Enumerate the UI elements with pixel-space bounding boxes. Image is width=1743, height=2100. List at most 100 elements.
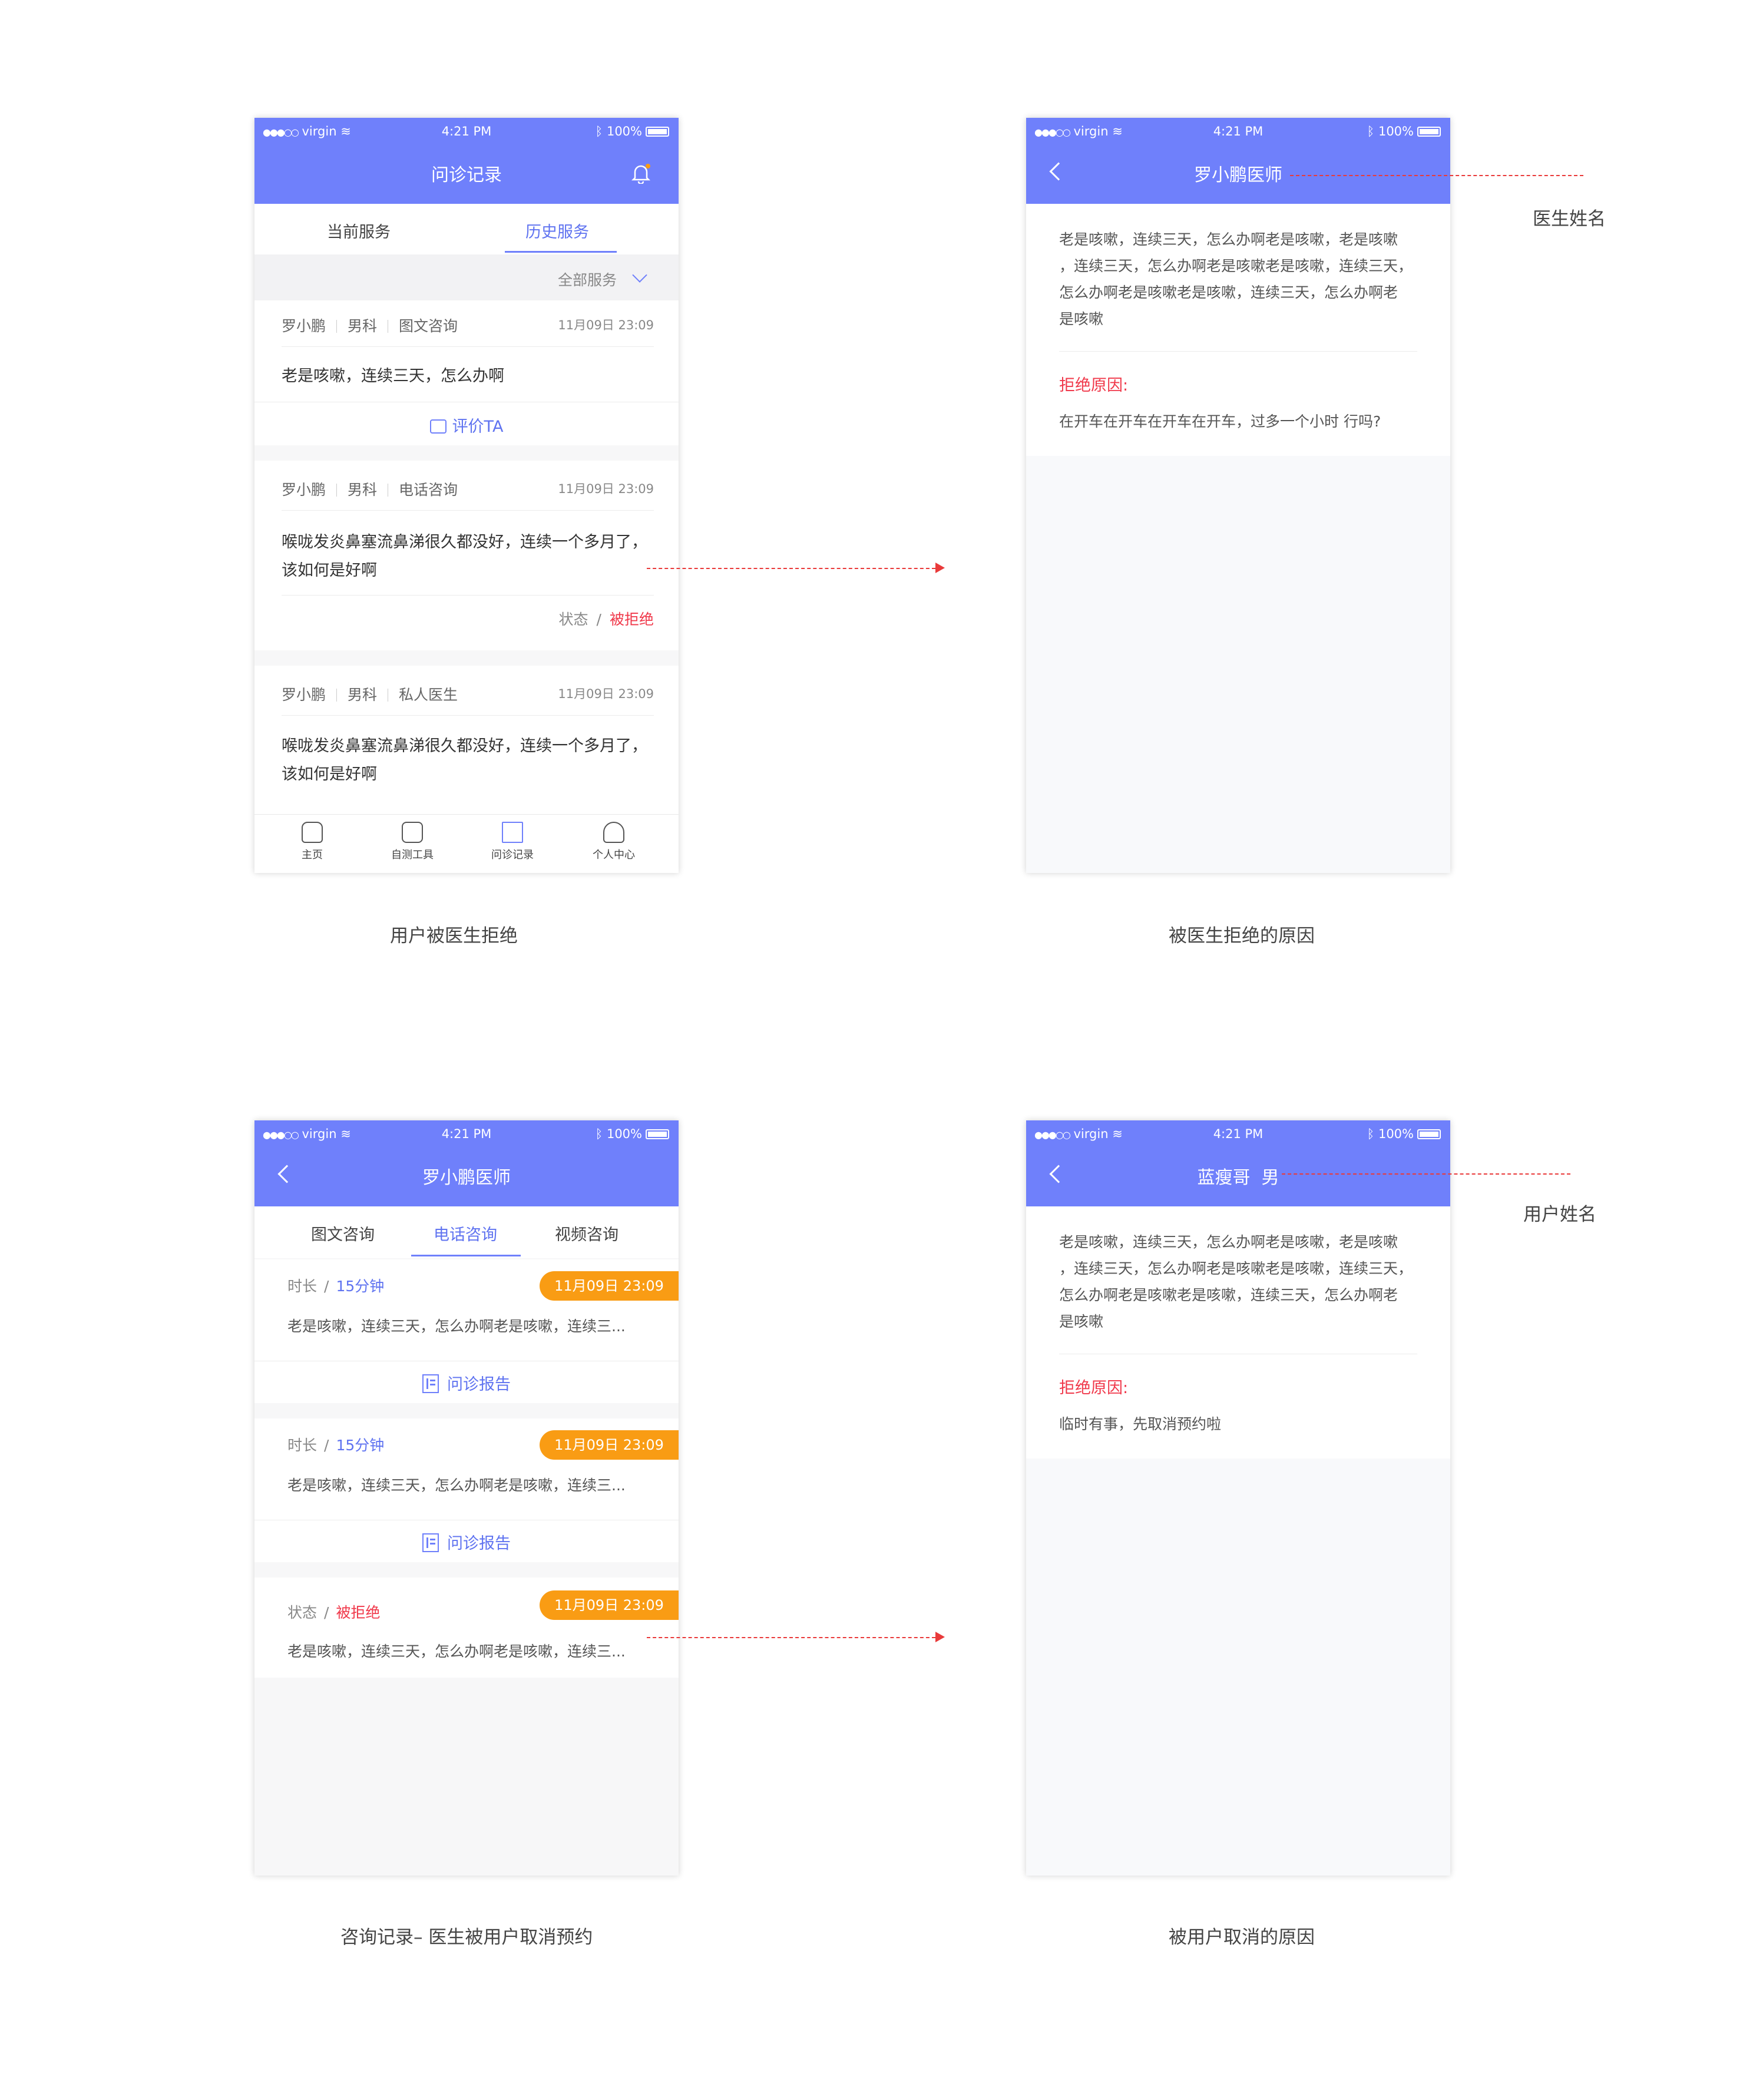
nav-header: ●●●○○ virgin ≋ 4:21 PM ᛒ 100% 罗小鹏医师 [254,1120,679,1206]
question-text: 老是咳嗽，连续三天，怎么办啊老是咳嗽，老是咳嗽 ，连续三天，怎么办啊老是咳嗽老是咳… [1059,231,1413,328]
nav-header: ●●●○○ virgin ≋ 4:21 PM ᛒ 100% 问诊记录 [254,118,679,204]
reason-text: 在开车在开车在开车在开车，过多一个小时 行吗? [1059,413,1381,430]
card-time: 11月09日 23:09 [558,318,654,332]
tab-bar-top: 当前服务 历史服务 [254,204,679,254]
consult-card[interactable]: 时长/15分钟 11月09日 23:09 老是咳嗽，连续三天，怎么办啊老是咳嗽，… [254,1418,679,1562]
date-badge: 11月09日 23:09 [540,1271,679,1301]
status-bar: ●●●○○ virgin ≋ 4:21 PM ᛒ 100% [1026,1120,1450,1147]
status-badge: 被拒绝 [609,611,654,628]
screen-consult-history: ●●●○○ virgin ≋ 4:21 PM ᛒ 100% 罗小鹏医师 图文咨询… [254,1120,679,1876]
tab-records[interactable]: 问诊记录 [477,822,548,862]
tab-text-consult[interactable]: 图文咨询 [311,1222,375,1245]
reason-label: 拒绝原因: [1059,376,1129,395]
report-icon [422,1374,439,1393]
report-icon [422,1533,439,1552]
card-question-cont: 该如何是好啊 [282,561,377,580]
consult-type: 图文咨询 [399,318,458,335]
status-bar: ●●●○○ virgin ≋ 4:21 PM ᛒ 100% [1026,118,1450,145]
bluetooth-icon: ᛒ [1367,1127,1375,1141]
card-meta: 罗小鹏 男科 图文咨询 [282,315,458,336]
page-title: 蓝瘦哥 男 [1197,1168,1279,1188]
card-time: 11月09日 23:09 [558,482,654,496]
consult-card[interactable]: 状态 / 被拒绝 11月09日 23:09 老是咳嗽，连续三天，怎么办啊老是咳嗽，连… [254,1578,679,1678]
annotation-user-name: 用户姓名 [1523,1204,1596,1225]
page-title: 罗小鹏医师 [422,1168,511,1188]
detail-panel: 老是咳嗽，连续三天，怎么办啊老是咳嗽，老是咳嗽 ，连续三天，怎么办啊老是咳嗽老是咳… [1026,1206,1450,1459]
tab-self-test[interactable]: 自测工具 [377,822,448,862]
card-question: 老是咳嗽，连续三天，怎么办啊老是咳嗽，连续三... [287,1643,626,1660]
page-title: 问诊记录 [431,165,502,186]
screen-doctor-reject-reason: ●●●○○ virgin ≋ 4:21 PM ᛒ 100% 罗小鹏医师 老是咳嗽… [1026,118,1450,873]
report-button[interactable]: 问诊报告 [254,1371,679,1394]
tab-video-consult[interactable]: 视频咨询 [555,1222,619,1245]
chevron-down-icon [632,267,647,283]
question-text: 老是咳嗽，连续三天，怎么办啊老是咳嗽，老是咳嗽 ，连续三天，怎么办啊老是咳嗽老是咳… [1059,1233,1413,1330]
card-meta: 罗小鹏 男科 电话咨询 [282,478,458,500]
reason-label: 拒绝原因: [1059,1379,1129,1397]
status-bar: ●●●○○ virgin ≋ 4:21 PM ᛒ 100% [254,1120,679,1147]
record-card[interactable]: 罗小鹏 男科 私人医生 11月09日 23:09 喉咙发炎鼻塞流鼻涕很久都没好，连续… [254,666,679,814]
caption-screen2: 被医生拒绝的原因 [1169,925,1315,947]
filter-label: 全部服务 [558,272,617,289]
battery-icon [1417,127,1441,137]
caption-screen4: 被用户取消的原因 [1169,1927,1315,1948]
tab-current-service[interactable]: 当前服务 [327,219,391,242]
duration-row: 时长/15分钟 [287,1437,385,1454]
filter-bar[interactable]: 全部服务 [254,254,679,300]
screen-consultation-records: ●●●○○ virgin ≋ 4:21 PM ᛒ 100% 问诊记录 当前服务 … [254,118,679,873]
department: 男科 [348,318,378,335]
battery-level: 100% [1378,124,1414,138]
date-badge: 11月09日 23:09 [540,1590,679,1620]
rate-button[interactable]: 评价TA [254,414,679,436]
battery-icon [646,127,669,137]
bell-icon[interactable] [631,164,651,185]
tab-history-service[interactable]: 历史服务 [525,219,589,242]
caption-screen3: 咨询记录– 医生被用户取消预约 [340,1927,593,1948]
tab-home[interactable]: 主页 [277,822,348,862]
card-question-cont: 该如何是好啊 [282,765,377,783]
battery-level: 100% [606,1127,642,1141]
arrow-head-icon [935,563,945,573]
tab-phone-consult[interactable]: 电话咨询 [434,1222,497,1245]
battery-icon [1417,1129,1441,1139]
arrow-line [647,1637,935,1638]
nav-header: ●●●○○ virgin ≋ 4:21 PM ᛒ 100% 蓝瘦哥 男 [1026,1120,1450,1206]
comment-icon [429,419,447,434]
bluetooth-icon: ᛒ [1367,124,1375,138]
status-row: 状态 / 被拒绝 [558,611,654,628]
consult-card[interactable]: 时长/15分钟 11月09日 23:09 老是咳嗽，连续三天，怎么办啊老是咳嗽，… [254,1259,679,1403]
tab-bar-top: 图文咨询 电话咨询 视频咨询 [254,1206,679,1258]
date-badge: 11月09日 23:09 [540,1430,679,1460]
page-title: 罗小鹏医师 [1194,165,1282,186]
patient-name: 罗小鹏 [282,481,326,498]
reason-text: 临时有事，先取消预约啦 [1059,1416,1222,1433]
report-button[interactable]: 问诊报告 [254,1530,679,1553]
card-question: 老是咳嗽，连续三天，怎么办啊老是咳嗽，连续三... [287,1477,626,1494]
caption-screen1: 用户被医生拒绝 [390,925,518,947]
tab-active-indicator [411,1255,521,1256]
card-question: 老是咳嗽，连续三天，怎么办啊老是咳嗽，连续三... [287,1318,626,1335]
nav-header: ●●●○○ virgin ≋ 4:21 PM ᛒ 100% 罗小鹏医师 [1026,118,1450,204]
status-label: 状态 [558,611,588,628]
consult-type: 电话咨询 [399,481,458,498]
patient-name: 罗小鹏 [282,686,326,703]
detail-panel: 老是咳嗽，连续三天，怎么办啊老是咳嗽，老是咳嗽 ，连续三天，怎么办啊老是咳嗽老是咳… [1026,204,1450,456]
status-badge: 被拒绝 [336,1604,381,1621]
battery-icon [646,1129,669,1139]
tab-profile[interactable]: 个人中心 [578,822,649,862]
annotation-line [1282,1173,1570,1175]
duration-row: 时长/15分钟 [287,1278,385,1295]
battery-level: 100% [606,124,642,138]
bluetooth-icon: ᛒ [595,124,603,138]
department: 男科 [348,686,378,703]
annotation-line [1290,175,1583,176]
card-question: 喉咙发炎鼻塞流鼻涕很久都没好，连续一个多月了， [282,737,647,755]
arrow-head-icon [935,1632,945,1642]
tab-active-indicator [505,251,617,253]
record-card[interactable]: 罗小鹏 男科 电话咨询 11月09日 23:09 喉咙发炎鼻塞流鼻涕很久都没好，连续… [254,461,679,650]
annotation-doctor-name: 医生姓名 [1533,209,1606,230]
card-question: 老是咳嗽，连续三天，怎么办啊 [282,367,504,385]
record-card[interactable]: 罗小鹏 男科 图文咨询 11月09日 23:09 老是咳嗽，连续三天，怎么办啊 评价… [254,300,679,445]
consult-type: 私人医生 [399,686,458,703]
user-icon [603,822,624,843]
